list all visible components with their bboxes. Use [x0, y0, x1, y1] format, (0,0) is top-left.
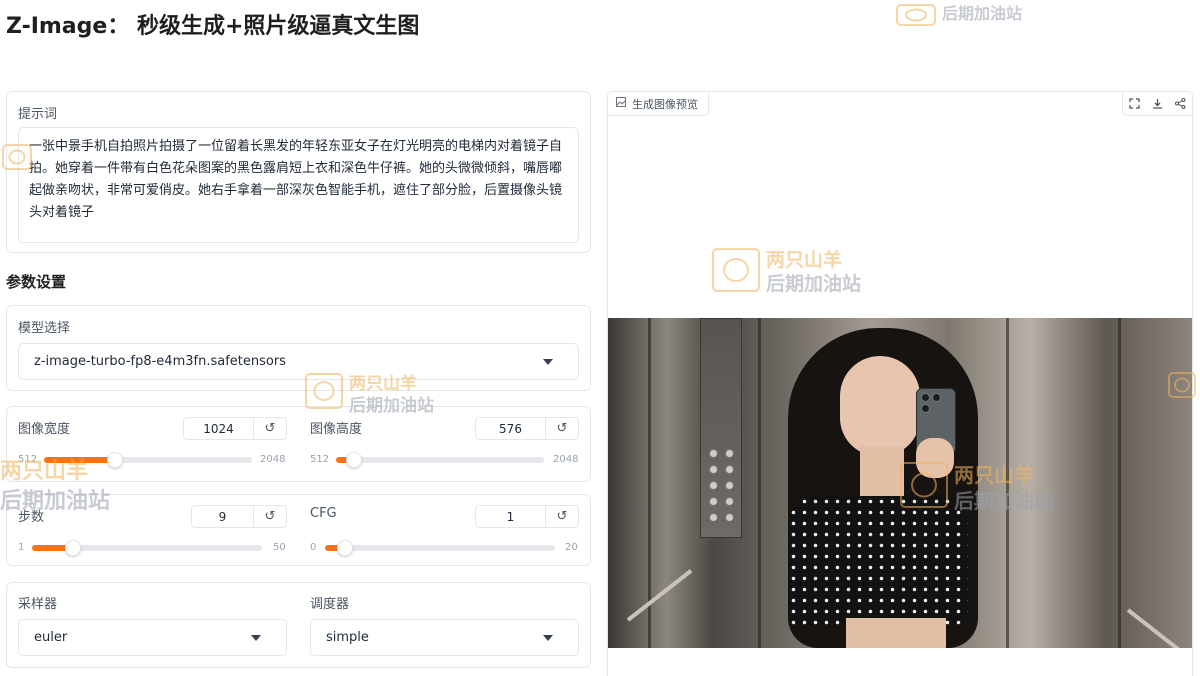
prompt-textarea[interactable]: 一张中景手机自拍照片拍摄了一位留着长黑发的年轻东亚女子在灯光明亮的电梯内对着镜子…: [18, 127, 579, 243]
steps-value: 9: [192, 506, 254, 527]
model-select[interactable]: z-image-turbo-fp8-e4m3fn.safetensors: [18, 343, 579, 380]
chevron-down-icon: [543, 634, 553, 641]
cfg-max: 20: [565, 542, 578, 553]
width-slider-thumb[interactable]: [106, 452, 123, 468]
image-icon: [616, 97, 626, 110]
height-number-input[interactable]: 576 ↺: [475, 417, 579, 440]
prompt-label: 提示词: [18, 107, 58, 122]
height-value: 576: [476, 418, 546, 439]
cfg-slider[interactable]: [325, 540, 555, 556]
camera-icon: [896, 3, 936, 26]
preview-toolbar: [1122, 92, 1192, 116]
watermark-top: 后期加油站: [896, 0, 1022, 26]
height-min: 512: [310, 454, 330, 465]
reset-icon[interactable]: ↺: [254, 418, 286, 439]
steps-min: 1: [18, 542, 25, 553]
height-max: 2048: [553, 454, 579, 465]
steps-number-input[interactable]: 9 ↺: [191, 505, 287, 528]
model-select-value: z-image-turbo-fp8-e4m3fn.safetensors: [34, 354, 286, 369]
width-number-input[interactable]: 1024 ↺: [183, 417, 287, 440]
page-title: Z-Image： 秒级生成+照片级逼真文生图: [6, 14, 420, 39]
preview-tab: 生成图像预览: [608, 92, 709, 116]
cfg-min: 0: [310, 542, 317, 553]
reset-icon[interactable]: ↺: [546, 418, 578, 439]
steps-max: 50: [273, 542, 286, 553]
width-max: 2048: [260, 454, 286, 465]
generated-image[interactable]: [608, 318, 1192, 648]
sampler-select[interactable]: euler: [18, 619, 287, 656]
height-slider[interactable]: [336, 452, 544, 468]
model-label: 模型选择: [18, 321, 71, 336]
download-icon[interactable]: [1146, 92, 1169, 115]
width-label: 图像宽度: [18, 422, 71, 437]
width-slider[interactable]: [44, 452, 252, 468]
scheduler-label: 调度器: [310, 597, 350, 612]
steps-slider[interactable]: [32, 540, 262, 556]
elevator-button-panel: [700, 318, 742, 538]
width-min: 512: [18, 454, 38, 465]
reset-icon[interactable]: ↺: [254, 506, 286, 527]
cfg-value: 1: [476, 506, 546, 527]
params-section-title: 参数设置: [6, 273, 67, 291]
sampler-label: 采样器: [18, 597, 58, 612]
chevron-down-icon: [251, 634, 261, 641]
scheduler-select[interactable]: simple: [310, 619, 579, 656]
steps-label: 步数: [18, 510, 45, 525]
preview-tab-label: 生成图像预览: [632, 97, 698, 111]
scheduler-select-value: simple: [326, 630, 369, 645]
sampler-select-value: euler: [34, 630, 68, 645]
share-icon[interactable]: [1169, 92, 1192, 115]
cfg-label: CFG: [310, 506, 337, 521]
cfg-number-input[interactable]: 1 ↺: [475, 505, 579, 528]
width-slider-fill: [44, 457, 115, 463]
image-preview-panel: 生成图像预览: [607, 91, 1193, 676]
chevron-down-icon: [543, 358, 553, 365]
reset-icon[interactable]: ↺: [546, 506, 578, 527]
width-value: 1024: [184, 418, 254, 439]
watermark-top-text: 后期加油站: [942, 4, 1023, 23]
fullscreen-icon[interactable]: [1123, 92, 1146, 115]
height-label: 图像高度: [310, 422, 363, 437]
